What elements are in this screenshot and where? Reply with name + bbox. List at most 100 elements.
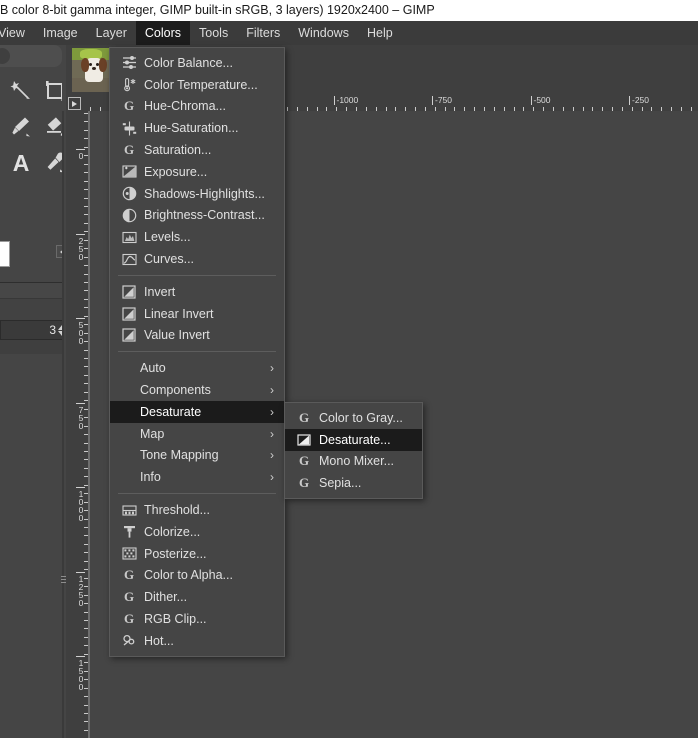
menu-item-colorize[interactable]: Colorize... (110, 521, 284, 543)
ruler-tick (661, 107, 662, 111)
colors-menu: Color Balance... Color Temperature... G … (109, 47, 285, 657)
gegl-g-icon: G (298, 453, 310, 469)
chevron-right-icon: › (270, 361, 274, 376)
menu-item-hue-saturation[interactable]: Hue-Saturation... (110, 117, 284, 139)
menu-item-curves[interactable]: Curves... (110, 248, 284, 270)
chevron-right-icon: › (270, 448, 274, 463)
menu-separator (118, 274, 276, 276)
menu-item-posterize[interactable]: Posterize... (110, 543, 284, 565)
menubar-item-image[interactable]: Image (34, 21, 87, 45)
menu-item-value-invert[interactable]: Value Invert (110, 325, 284, 347)
dock-panel: 3 (0, 282, 70, 354)
submenu-item-color-to-gray[interactable]: G Color to Gray... (285, 407, 422, 429)
ruler-tick (573, 107, 574, 111)
menu-item-label: Hue-Saturation... (144, 121, 239, 136)
menubar-item-windows[interactable]: Windows (289, 21, 358, 45)
ruler-tick (287, 107, 288, 111)
invert-icon (118, 306, 140, 322)
menu-item-shadows-highlights[interactable]: Shadows-Highlights... (110, 183, 284, 205)
menu-item-brightness-contrast[interactable]: Brightness-Contrast... (110, 205, 284, 227)
quantity-stepper[interactable]: 3 (0, 320, 70, 340)
menubar-item-layer[interactable]: Layer (87, 21, 136, 45)
ruler-tick (632, 107, 633, 111)
vertical-ruler[interactable]: 02505007501000125015001750 (66, 111, 88, 738)
menu-item-exposure[interactable]: Exposure... (110, 161, 284, 183)
menu-separator (118, 351, 276, 353)
paintbrush-tool-button[interactable] (4, 109, 38, 145)
ruler-label: 1250 (76, 571, 86, 606)
menubar-item-help[interactable]: Help (358, 21, 402, 45)
submenu-item-desaturate[interactable]: Desaturate... (285, 428, 422, 451)
gegl-g-icon: G (298, 475, 310, 491)
ruler-tick (602, 107, 603, 111)
ruler-tick (395, 107, 396, 111)
dock-panel-header (0, 283, 70, 299)
gegl-g-icon: G (123, 98, 135, 114)
menubar-item-view[interactable]: View (0, 21, 34, 45)
menu-item-color-temperature[interactable]: Color Temperature... (110, 74, 284, 96)
submenu-item-sepia[interactable]: G Sepia... (285, 472, 422, 494)
menubar-item-tools[interactable]: Tools (190, 21, 237, 45)
menu-item-saturation[interactable]: G Saturation... (110, 139, 284, 161)
menu-item-label: Hue-Chroma... (144, 99, 226, 114)
ruler-tick (100, 107, 101, 111)
toolbox-tab-dot (0, 48, 10, 64)
ruler-tick (494, 107, 495, 111)
ruler-tick (90, 107, 91, 111)
fuzzy-select-tool-button[interactable] (4, 73, 38, 109)
ruler-tick (435, 107, 436, 111)
menu-item-auto[interactable]: Auto › (110, 357, 284, 379)
ruler-tick (671, 107, 672, 111)
submenu-item-mono-mixer[interactable]: G Mono Mixer... (285, 451, 422, 473)
ruler-tick (523, 107, 524, 111)
menu-item-threshold[interactable]: Threshold... (110, 499, 284, 521)
menu-item-label: Exposure... (144, 164, 208, 179)
menu-item-label: Value Invert (144, 328, 210, 343)
dock-resize-grip[interactable] (61, 576, 66, 594)
quickmask-toggle-icon[interactable] (68, 97, 81, 110)
menu-item-desaturate[interactable]: Desaturate › (110, 400, 284, 423)
menu-item-components[interactable]: Components › (110, 379, 284, 401)
text-a-icon: A (12, 149, 30, 176)
menu-item-tone-mapping[interactable]: Tone Mapping › (110, 445, 284, 467)
menu-item-levels[interactable]: Levels... (110, 226, 284, 248)
menu-item-rgb-clip[interactable]: G RGB Clip... (110, 608, 284, 630)
text-tool-button[interactable]: A (4, 145, 38, 181)
menu-item-map[interactable]: Map › (110, 423, 284, 445)
hue-saturation-icon (118, 120, 140, 136)
menu-item-invert[interactable]: Invert (110, 281, 284, 303)
menu-item-info[interactable]: Info › (110, 466, 284, 488)
menubar: View Image Layer Colors Tools Filters Wi… (0, 21, 698, 45)
menu-item-linear-invert[interactable]: Linear Invert (110, 303, 284, 325)
ruler-tick (553, 107, 554, 111)
ruler-label: -1000 (333, 96, 358, 105)
menu-separator (118, 493, 276, 495)
exposure-icon (118, 164, 140, 180)
menu-item-label: Posterize... (144, 546, 207, 561)
menu-item-hot[interactable]: Hot... (110, 630, 284, 652)
menu-item-color-balance[interactable]: Color Balance... (110, 52, 284, 74)
color-balance-icon (118, 55, 140, 71)
levels-icon (118, 229, 140, 245)
menu-item-hue-chroma[interactable]: G Hue-Chroma... (110, 96, 284, 118)
menu-item-dither[interactable]: G Dither... (110, 586, 284, 608)
ruler-tick (504, 107, 505, 111)
ruler-tick (681, 107, 682, 111)
foreground-color-swatch[interactable] (0, 241, 10, 267)
menubar-item-colors[interactable]: Colors (135, 21, 191, 45)
toolbox-tab-handle[interactable] (0, 45, 62, 67)
menu-item-label: Map (140, 426, 165, 441)
ruler-tick (317, 107, 318, 111)
menubar-item-filters[interactable]: Filters (237, 21, 289, 45)
menu-item-label: Desaturate... (319, 432, 391, 447)
menu-item-label: Linear Invert (144, 306, 214, 321)
menu-item-label: Hot... (144, 633, 174, 648)
tool-grid: A (4, 73, 65, 181)
curves-icon (118, 251, 140, 267)
ruler-label: -750 (432, 96, 452, 105)
hot-icon (118, 633, 140, 649)
ruler-tick (642, 107, 643, 111)
ruler-tick (484, 107, 485, 111)
chevron-right-icon: › (270, 404, 274, 419)
menu-item-color-to-alpha[interactable]: G Color to Alpha... (110, 565, 284, 587)
